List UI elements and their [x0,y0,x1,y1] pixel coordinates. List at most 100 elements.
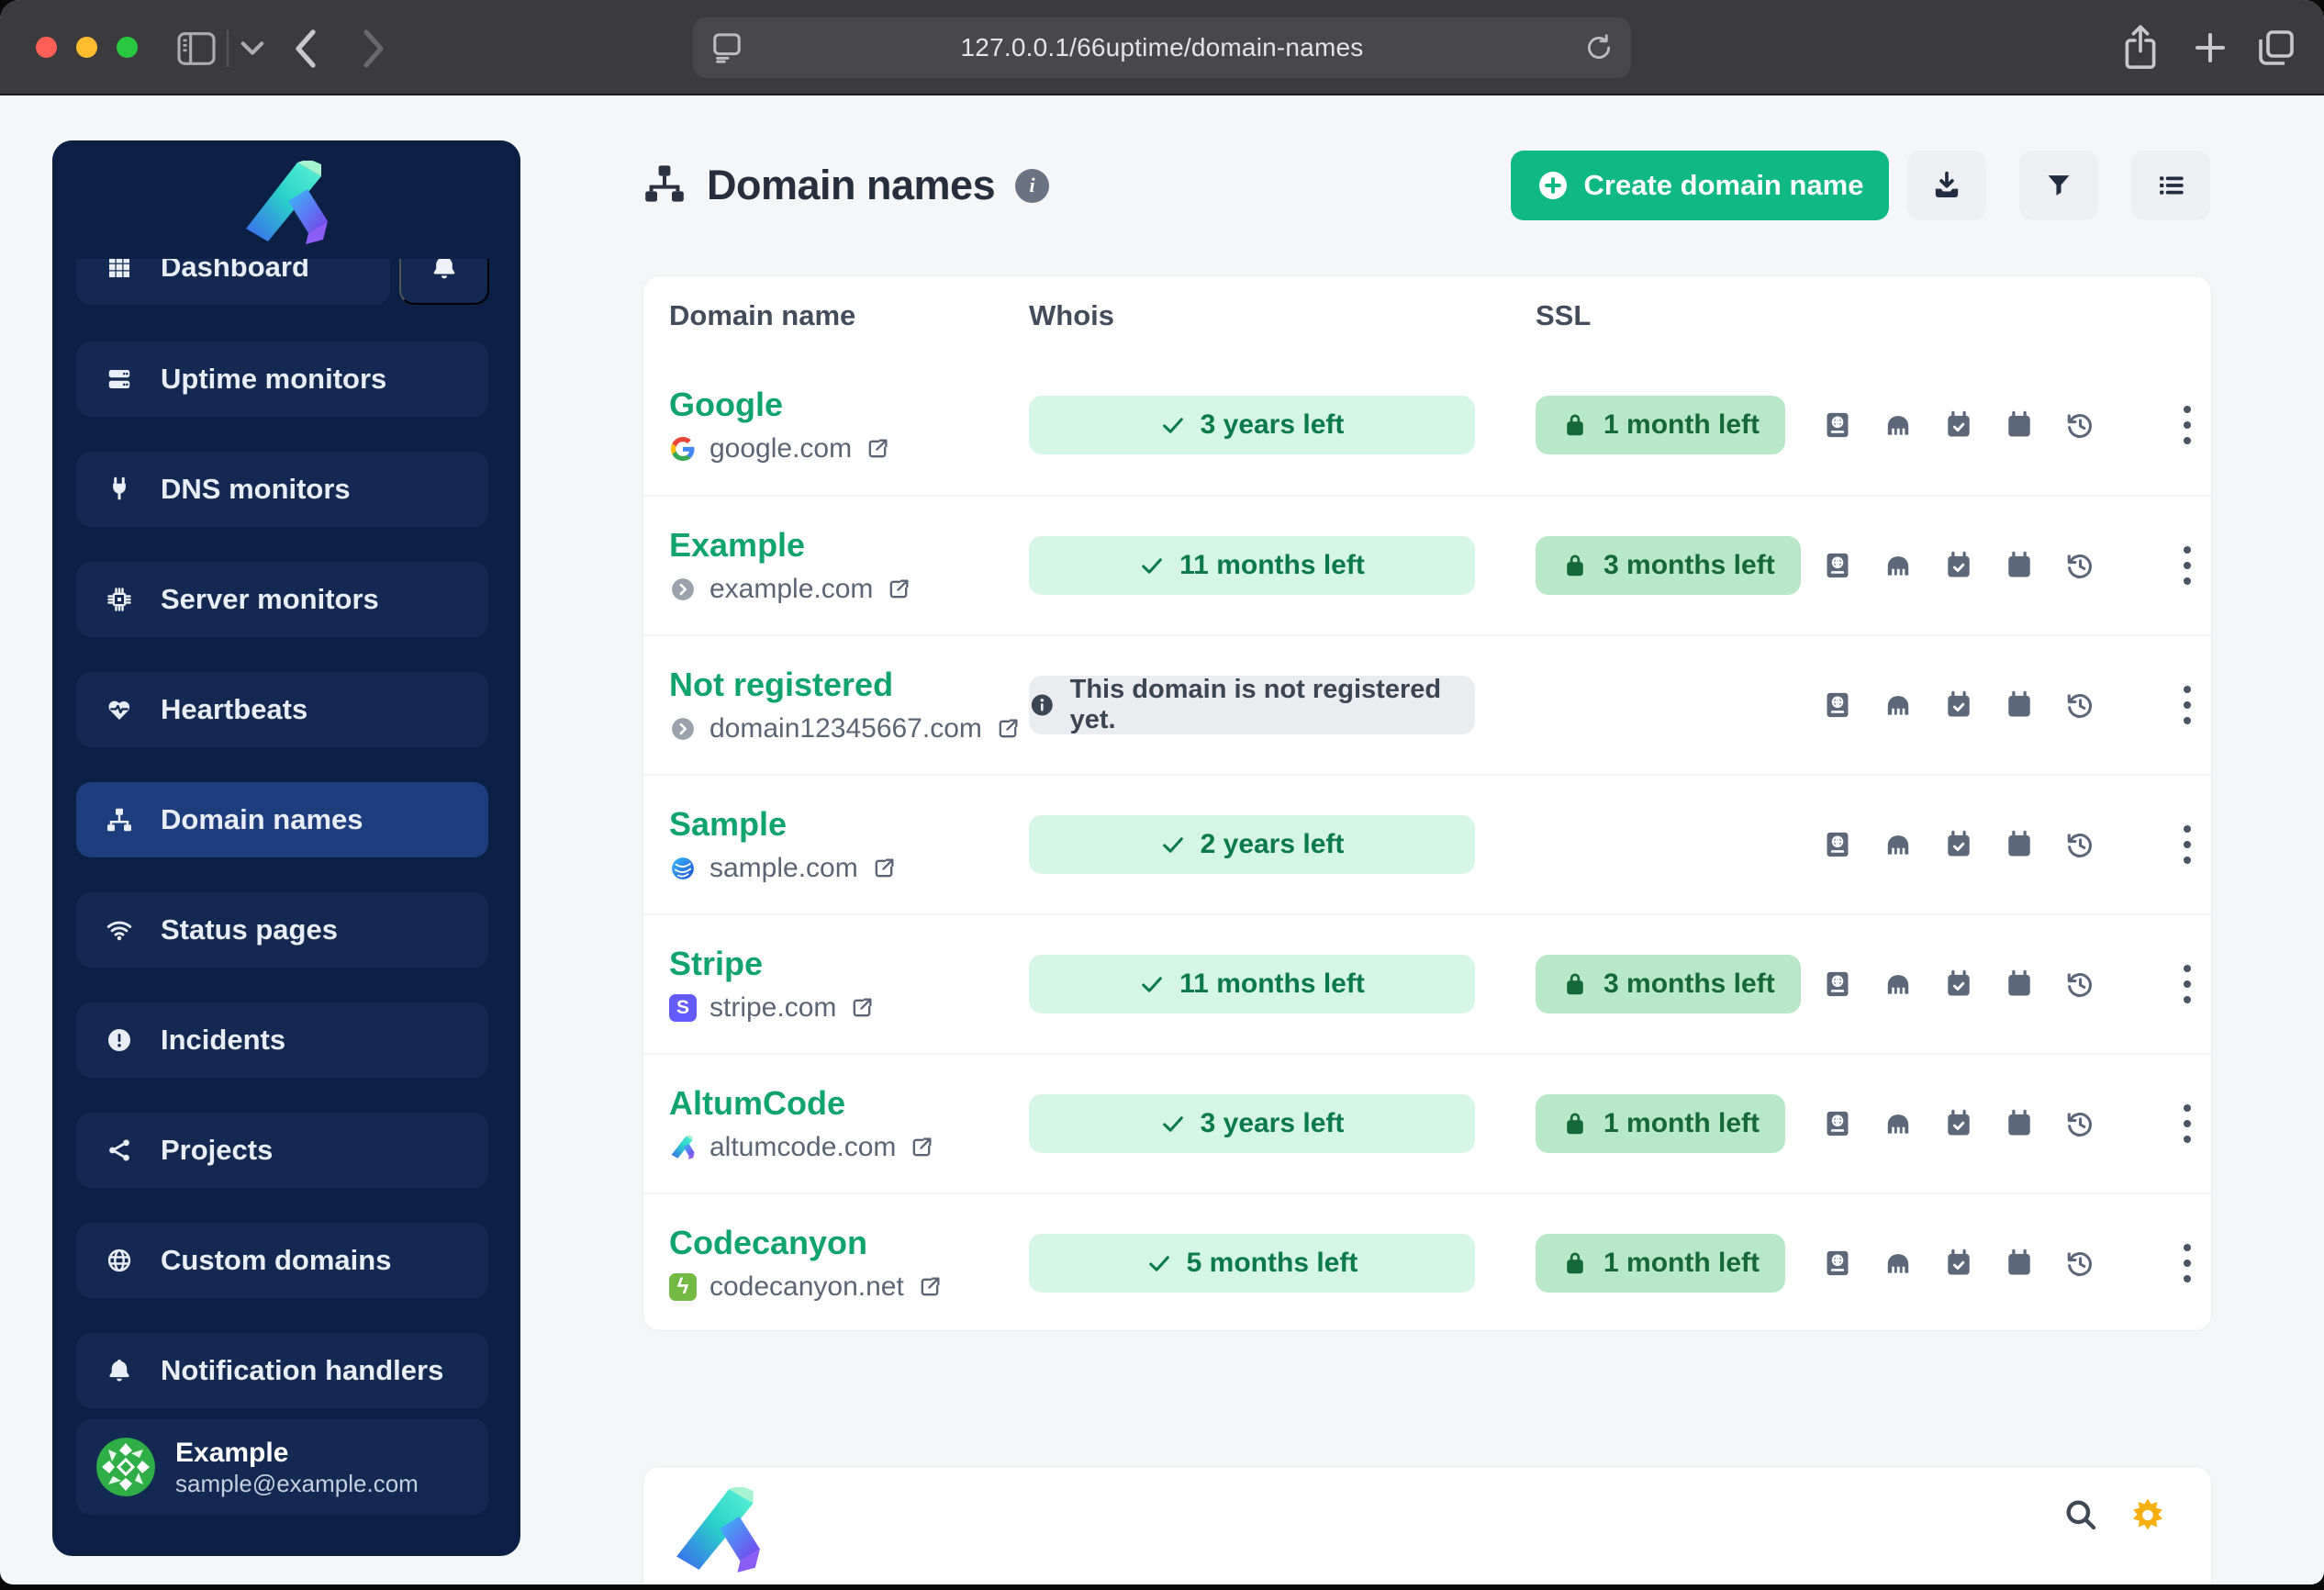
minimize-window-button[interactable] [76,37,97,58]
row-menu-button[interactable] [2178,541,2196,590]
calendar-icon [2005,410,2034,440]
calendar-button[interactable] [2004,550,2035,581]
calendar-button[interactable] [2004,689,2035,721]
info-icon[interactable]: i [1015,168,1050,203]
heart-pulse-icon [106,696,133,723]
plus-circle-icon [1536,169,1570,202]
domain-name-link[interactable]: Not registered [669,666,1029,704]
history-button[interactable] [2064,969,2095,1000]
forward-button[interactable] [360,28,387,70]
domain-name-link[interactable]: Stripe [669,945,1029,983]
row-menu-button[interactable] [2178,1238,2196,1288]
domain-name-link[interactable]: AltumCode [669,1084,1029,1123]
check-expiry-button[interactable] [1943,550,1974,581]
calendar-button[interactable] [2004,1108,2035,1139]
nameservers-button[interactable] [1883,550,1914,581]
nameservers-button[interactable] [1883,1248,1914,1279]
external-link-icon[interactable] [871,856,897,881]
history-button[interactable] [2064,550,2095,581]
history-button[interactable] [2064,689,2095,721]
check-expiry-button[interactable] [1943,969,1974,1000]
row-menu-button[interactable] [2178,820,2196,869]
history-button[interactable] [2064,829,2095,860]
address-bar[interactable]: 127.0.0.1/66uptime/domain-names [693,17,1631,78]
history-button[interactable] [2064,409,2095,441]
history-button[interactable] [2064,1108,2095,1139]
profile-card[interactable]: Example sample@example.com [76,1419,488,1515]
domain-name-link[interactable]: Sample [669,805,1029,844]
whois-details-button[interactable] [1822,829,1853,860]
sidebar-item-server-monitors[interactable]: Server monitors [76,562,488,637]
sidebar-item-projects[interactable]: Projects [76,1113,488,1188]
sidebar-item-domain-names[interactable]: Domain names [76,782,488,857]
sidebar-item-heartbeats[interactable]: Heartbeats [76,672,488,747]
whois-details-button[interactable] [1822,969,1853,1000]
row-menu-button[interactable] [2178,400,2196,450]
sidebar-item-status-pages[interactable]: Status pages [76,892,488,968]
external-link-icon[interactable] [917,1274,943,1300]
ethernet-icon [1883,410,1913,440]
sidebar-item-uptime-monitors[interactable]: Uptime monitors [76,342,488,417]
external-link-icon[interactable] [849,995,875,1021]
sidebar-item-dns-monitors[interactable]: DNS monitors [76,452,488,527]
zoom-window-button[interactable] [117,37,138,58]
calendar-button[interactable] [2004,829,2035,860]
sidebar-item-notification-handlers[interactable]: Notification handlers [76,1333,488,1408]
external-link-icon[interactable] [865,436,890,462]
row-menu-button[interactable] [2178,1099,2196,1148]
nameservers-button[interactable] [1883,969,1914,1000]
sidebar-item-incidents[interactable]: Incidents [76,1002,488,1078]
ethernet-icon [1883,551,1913,580]
check-expiry-button[interactable] [1943,829,1974,860]
whois-details-button[interactable] [1822,1108,1853,1139]
calendar-button[interactable] [2004,969,2035,1000]
external-link-icon[interactable] [886,577,911,602]
chevron-down-icon[interactable] [240,40,264,57]
new-tab-icon[interactable] [2192,29,2229,66]
share-icon[interactable] [2122,24,2159,72]
lock-icon [1561,552,1589,579]
back-button[interactable] [292,28,319,70]
nameservers-button[interactable] [1883,409,1914,441]
ethernet-icon [1883,969,1913,999]
check-expiry-button[interactable] [1943,409,1974,441]
list-view-button[interactable] [2131,151,2210,220]
whois-details-button[interactable] [1822,1248,1853,1279]
whois-details-button[interactable] [1822,689,1853,721]
domain-name-link[interactable]: Google [669,386,1029,424]
check-expiry-button[interactable] [1943,1248,1974,1279]
row-menu-button[interactable] [2178,959,2196,1009]
filter-button[interactable] [2019,151,2098,220]
whois-details-button[interactable] [1822,550,1853,581]
check-expiry-button[interactable] [1943,689,1974,721]
calendar-button[interactable] [2004,409,2035,441]
reload-icon[interactable] [1583,32,1615,68]
check-expiry-button[interactable] [1943,1108,1974,1139]
external-link-icon[interactable] [995,716,1021,742]
nameservers-button[interactable] [1883,689,1914,721]
external-link-icon[interactable] [909,1135,934,1160]
search-button[interactable] [2062,1496,2099,1536]
table-row: Not registered domain12345667.com This d… [643,634,2211,774]
domain-name-link[interactable]: Example [669,526,1029,565]
calendar-button[interactable] [2004,1248,2035,1279]
history-button[interactable] [2064,1248,2095,1279]
whois-details-button[interactable] [1822,409,1853,441]
browser-window: 127.0.0.1/66uptime/domain-names Dashboar… [0,0,2324,1584]
whois-badge: 11 months left [1029,536,1475,595]
row-menu-button[interactable] [2178,680,2196,730]
export-button[interactable] [1907,151,1986,220]
nameservers-button[interactable] [1883,829,1914,860]
page-settings-icon[interactable] [711,31,743,69]
close-window-button[interactable] [36,37,57,58]
nameservers-button[interactable] [1883,1108,1914,1139]
sidebar-toggle-icon[interactable] [176,31,217,66]
ethernet-icon [1883,1248,1913,1278]
domain-name-link[interactable]: Codecanyon [669,1224,1029,1262]
passport-icon [1823,1248,1852,1278]
sidebar-item-custom-domains[interactable]: Custom domains [76,1223,488,1298]
tab-overview-icon[interactable] [2256,28,2296,68]
theme-toggle-button[interactable] [2128,1496,2167,1538]
calendar-check-icon [1944,410,1973,440]
create-domain-name-button[interactable]: Create domain name [1511,151,1889,220]
